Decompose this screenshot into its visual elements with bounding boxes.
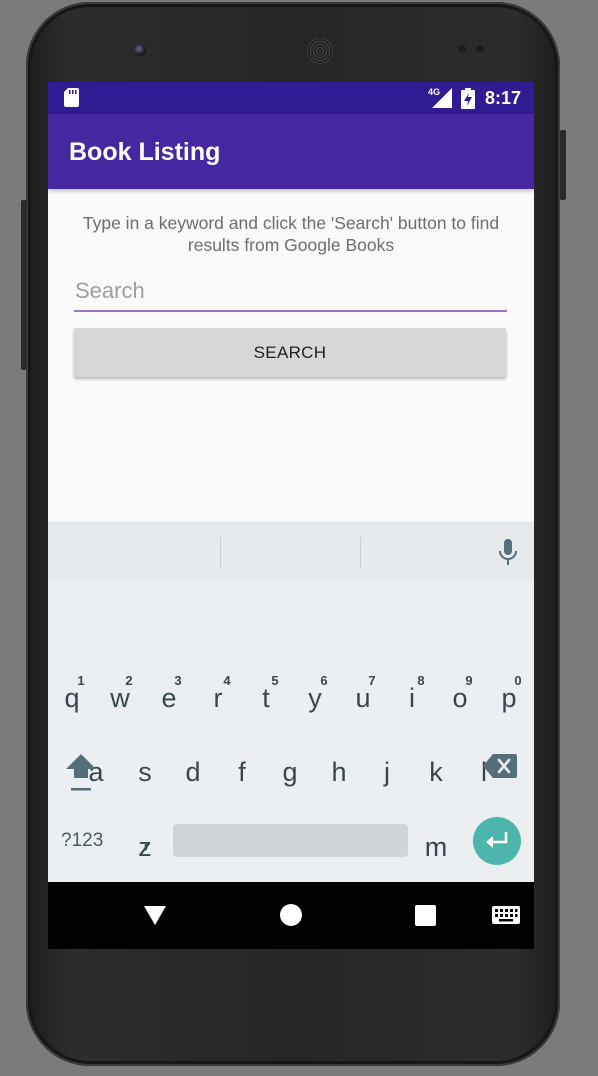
space-bar[interactable] (173, 824, 408, 857)
key-i[interactable]: i (392, 683, 432, 714)
key-s[interactable]: s (125, 757, 165, 788)
enter-key[interactable] (473, 817, 521, 865)
search-button[interactable]: SEARCH (74, 328, 506, 377)
instructions-text: Type in a keyword and click the 'Search'… (82, 213, 500, 255)
symbols-key[interactable]: ?123 (61, 830, 103, 852)
key-j[interactable]: j (367, 757, 407, 788)
key-f[interactable]: f (222, 757, 262, 788)
period-key[interactable]: . (426, 823, 446, 854)
suggestion-strip (48, 523, 534, 579)
app-title: Book Listing (69, 138, 221, 166)
key-q[interactable]: q (52, 683, 92, 714)
status-bar: 4G 8:17 (48, 82, 534, 114)
earpiece-speaker (307, 38, 333, 64)
network-type-label: 4G (428, 87, 440, 97)
comma-key[interactable]: , (136, 823, 156, 854)
enter-arrow-icon (486, 832, 508, 848)
back-icon[interactable] (144, 906, 166, 925)
key-t[interactable]: t (246, 683, 286, 714)
key-y[interactable]: y (295, 683, 335, 714)
device-screen: 4G 8:17 Book Listing Type in a keyword a… (48, 82, 534, 949)
suggestion-divider (360, 537, 361, 569)
keyboard-icon[interactable] (492, 906, 520, 924)
microphone-icon[interactable] (498, 539, 518, 567)
key-k[interactable]: k (416, 757, 456, 788)
suggestion-divider (220, 537, 221, 569)
backspace-key[interactable] (483, 754, 517, 778)
key-h[interactable]: h (319, 757, 359, 788)
app-bar: Book Listing (48, 114, 534, 189)
sd-card-icon (64, 88, 79, 107)
front-camera (134, 44, 146, 56)
power-button (560, 130, 566, 200)
key-g[interactable]: g (270, 757, 310, 788)
home-icon[interactable] (280, 904, 302, 926)
key-r[interactable]: r (198, 683, 238, 714)
recents-icon[interactable] (415, 905, 436, 926)
soft-keyboard: 1q2w3e4r5t6y7u8i9o0p asdfghjkl zxcvbnm ?… (48, 522, 534, 883)
navigation-bar (48, 882, 534, 949)
key-e[interactable]: e (149, 683, 189, 714)
key-p[interactable]: p (489, 683, 529, 714)
status-time: 8:17 (485, 88, 522, 108)
light-sensor (476, 45, 484, 53)
search-input[interactable] (74, 274, 507, 312)
battery-icon (461, 88, 475, 109)
key-d[interactable]: d (173, 757, 213, 788)
proximity-sensor (458, 45, 466, 53)
volume-rocker (21, 200, 27, 370)
key-w[interactable]: w (100, 683, 140, 714)
key-o[interactable]: o (440, 683, 480, 714)
signal-icon: 4G (428, 87, 452, 108)
key-u[interactable]: u (343, 683, 383, 714)
shift-key[interactable] (65, 752, 97, 794)
